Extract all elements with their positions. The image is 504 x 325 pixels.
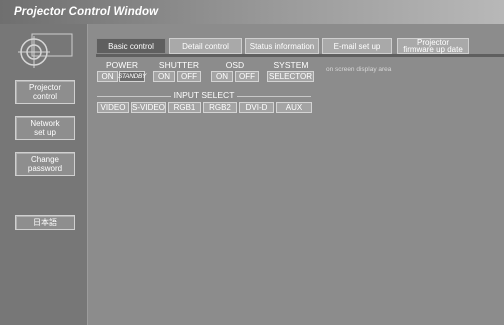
shutter-label: SHUTTER: [158, 60, 200, 70]
tab-basic-control[interactable]: Basic control: [96, 38, 166, 54]
sidebar-item-network-set-up[interactable]: Network set up: [15, 116, 75, 140]
tab-label: firmware up date: [403, 45, 463, 54]
shutter-off-button[interactable]: OFF: [177, 71, 201, 82]
osd-note: on screen display area: [326, 66, 392, 73]
sidebar-item-label: 日本語: [33, 217, 57, 227]
osd-on-button[interactable]: ON: [211, 71, 233, 82]
tab-email-set-up[interactable]: E-mail set up: [322, 38, 392, 54]
tab-underline: [96, 54, 504, 57]
tab-status-information[interactable]: Status information: [245, 38, 319, 54]
osd-off-button[interactable]: OFF: [235, 71, 259, 82]
input-rgb1-button[interactable]: RGB1: [168, 102, 201, 113]
tab-firmware-update[interactable]: Projector firmware up date: [397, 38, 469, 54]
input-select-label: INPUT SELECT: [173, 90, 235, 100]
sidebar-item-projector-control[interactable]: Projector control: [15, 80, 75, 104]
osd-label: OSD: [225, 60, 245, 70]
input-s-video-button[interactable]: S-VIDEO: [131, 102, 166, 113]
input-video-button[interactable]: VIDEO: [97, 102, 129, 113]
power-standby-button[interactable]: STANDBY: [118, 71, 146, 82]
sidebar-item-label: control: [32, 92, 57, 101]
sidebar-item-label: Change: [30, 154, 60, 164]
power-label: POWER: [105, 60, 139, 70]
input-rgb2-button[interactable]: RGB2: [203, 102, 237, 113]
input-dvi-d-button[interactable]: DVI-D: [239, 102, 274, 113]
divider: [237, 96, 311, 97]
divider: [97, 96, 171, 97]
sidebar-item-label: set up: [34, 128, 56, 137]
main-panel: Basic control Detail control Status info…: [89, 24, 504, 325]
system-selector-button[interactable]: SELECTOR: [267, 71, 314, 82]
projector-logo-icon: [18, 33, 73, 68]
sidebar-item-japanese[interactable]: 日本語: [15, 215, 75, 230]
sidebar-item-label: password: [27, 164, 63, 173]
tab-detail-control[interactable]: Detail control: [169, 38, 242, 54]
window-title: Projector Control Window: [0, 0, 504, 24]
sidebar: Projector control Network set up Change …: [0, 24, 88, 325]
system-label: SYSTEM: [273, 60, 309, 70]
sidebar-item-label: Projector: [28, 82, 61, 92]
sidebar-item-label: Network: [30, 118, 60, 128]
tab-bar: Basic control Detail control Status info…: [96, 38, 504, 54]
sidebar-item-change-password[interactable]: Change password: [15, 152, 75, 176]
input-aux-button[interactable]: AUX: [276, 102, 312, 113]
shutter-on-button[interactable]: ON: [153, 71, 175, 82]
power-on-button[interactable]: ON: [97, 71, 118, 82]
